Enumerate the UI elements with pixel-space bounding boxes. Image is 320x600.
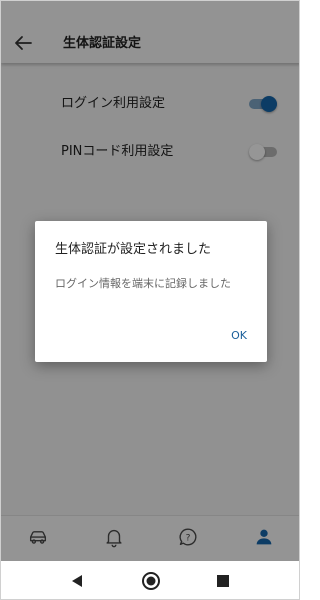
back-triangle-icon: [72, 575, 82, 587]
system-recents-button[interactable]: [213, 571, 233, 591]
confirmation-dialog: 生体認証が設定されました ログイン情報を端末に記録しました OK: [35, 221, 267, 362]
dialog-message: ログイン情報を端末に記録しました: [55, 277, 231, 290]
dialog-title: 生体認証が設定されました: [55, 242, 212, 257]
app-screen: 生体認証設定 ログイン利用設定 PINコード利用設定 ? 生体認証が設定されまし…: [0, 0, 300, 600]
system-navigation-bar: [1, 561, 299, 599]
system-back-button[interactable]: [67, 571, 87, 591]
system-home-button[interactable]: [141, 571, 161, 591]
recents-square-icon: [217, 575, 229, 587]
home-circle-icon: [142, 572, 160, 590]
ok-button[interactable]: OK: [223, 325, 255, 347]
